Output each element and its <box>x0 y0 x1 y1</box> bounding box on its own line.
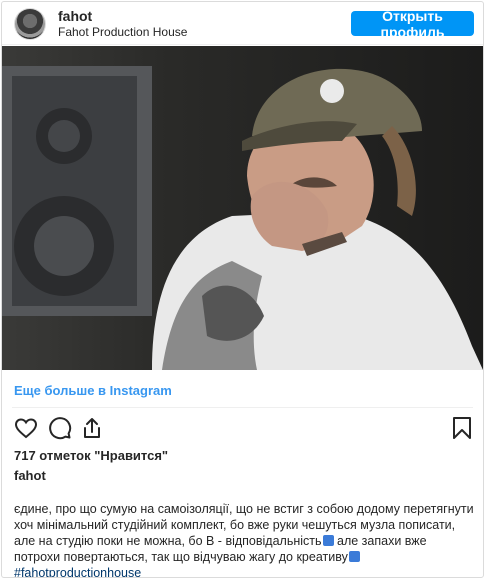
caption-line: потрохи повертаються, так що відчуваю жа… <box>14 550 348 564</box>
likes-count[interactable]: 717 отметок "Нравится" <box>14 448 168 463</box>
caption-line: єдине, про що сумую на самоізоляції, що … <box>14 502 474 516</box>
profile-subtitle: Fahot Production House <box>58 25 188 39</box>
hashtag-link[interactable]: #fahotproductionhouse <box>14 566 141 577</box>
action-bar <box>14 416 474 442</box>
open-profile-button[interactable]: Открыть профиль <box>351 8 474 40</box>
post-caption: єдине, про що сумую на самоізоляції, що … <box>14 501 476 577</box>
bookmark-icon[interactable] <box>450 416 474 440</box>
username[interactable]: fahot <box>58 8 92 24</box>
share-icon[interactable] <box>80 416 104 440</box>
instagram-embed-card: fahot Fahot Production House Открыть про… <box>1 1 484 578</box>
soon-arrow-emoji <box>348 551 360 562</box>
caption-line: але на студію поки не можна, бо В - відп… <box>14 534 322 548</box>
post-image <box>2 46 483 370</box>
avatar[interactable] <box>15 9 45 39</box>
on-arrow-emoji <box>322 535 334 546</box>
divider <box>12 407 473 408</box>
more-on-instagram-link[interactable]: Еще больше в Instagram <box>14 383 172 398</box>
post-header: fahot Fahot Production House Открыть про… <box>2 2 483 45</box>
caption-line: хоч мінімальний студійний комплект, бо в… <box>14 518 456 532</box>
comment-icon[interactable] <box>48 416 72 440</box>
heart-icon[interactable] <box>14 416 38 440</box>
caption-line: але запахи вже <box>333 534 427 548</box>
post-author[interactable]: fahot <box>14 468 46 483</box>
post-photo[interactable] <box>2 46 483 370</box>
